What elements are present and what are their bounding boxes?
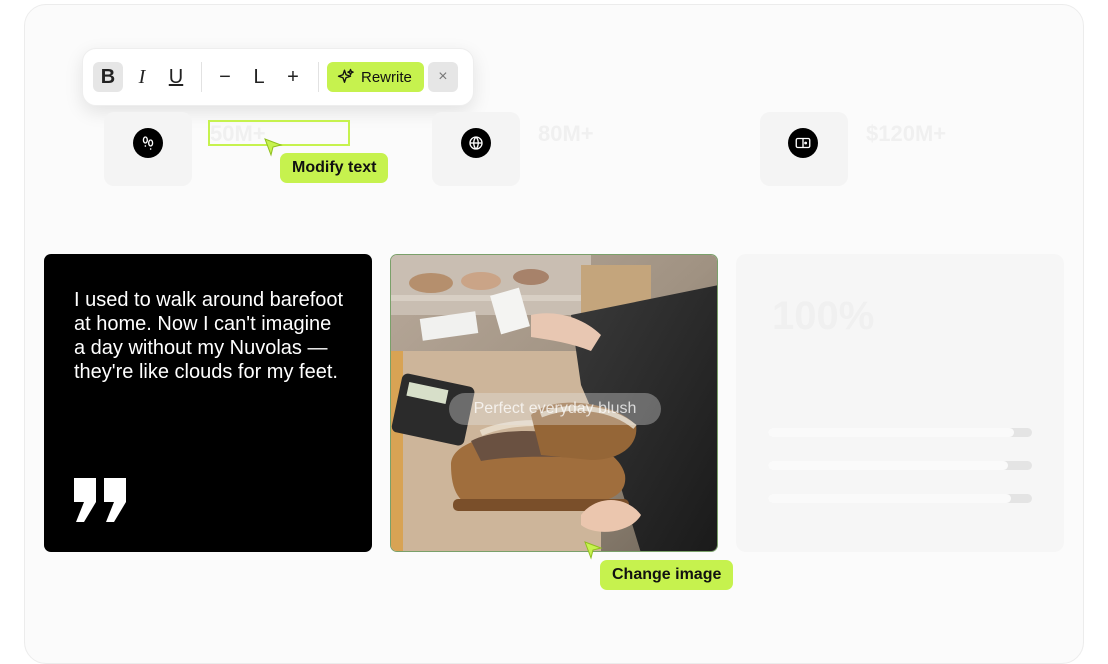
font-size-indicator[interactable]: L <box>244 62 274 92</box>
progress-bar <box>768 494 1032 503</box>
basketball-icon <box>461 128 491 158</box>
decrease-size-button[interactable]: − <box>210 62 240 92</box>
cursor-arrow-icon <box>584 541 603 560</box>
quote-icon <box>74 478 126 522</box>
footprints-icon <box>133 128 163 158</box>
rewrite-label: Rewrite <box>361 68 412 86</box>
increase-size-button[interactable]: + <box>278 62 308 92</box>
modify-text-tag: Modify text <box>280 153 389 183</box>
ghost-big-value: 100% <box>772 294 875 338</box>
sparkle-icon <box>337 68 354 83</box>
progress-bar <box>768 428 1032 437</box>
italic-button[interactable]: I <box>127 62 157 92</box>
rewrite-button[interactable]: Rewrite <box>327 62 424 92</box>
wallet-icon <box>788 128 818 158</box>
bold-button[interactable]: B <box>93 62 123 92</box>
underline-button[interactable]: U <box>161 62 191 92</box>
product-photo-card[interactable]: Perfect everyday blush <box>390 254 718 552</box>
progress-bar-fill <box>768 494 1011 503</box>
stat-value: 80M+ <box>538 121 594 146</box>
progress-bar-fill <box>768 428 1014 437</box>
testimonial-text: I used to walk around barefoot at home. … <box>74 289 344 383</box>
photo-caption[interactable]: Perfect everyday blush <box>449 393 661 425</box>
close-toolbar-button[interactable]: × <box>427 62 458 92</box>
progress-bar <box>768 461 1032 470</box>
testimonial-card[interactable]: I used to walk around barefoot at home. … <box>44 254 372 552</box>
text-format-toolbar: B I U − L + Rewrite × <box>82 48 474 106</box>
progress-bar-fill <box>768 461 1009 470</box>
stat-value: $120M+ <box>866 121 947 146</box>
change-image-tag: Change image <box>600 560 734 590</box>
toolbar-divider <box>318 62 319 92</box>
toolbar-divider <box>201 62 202 92</box>
close-icon: × <box>438 68 448 85</box>
stats-ghost-card: 100% <box>736 254 1064 552</box>
